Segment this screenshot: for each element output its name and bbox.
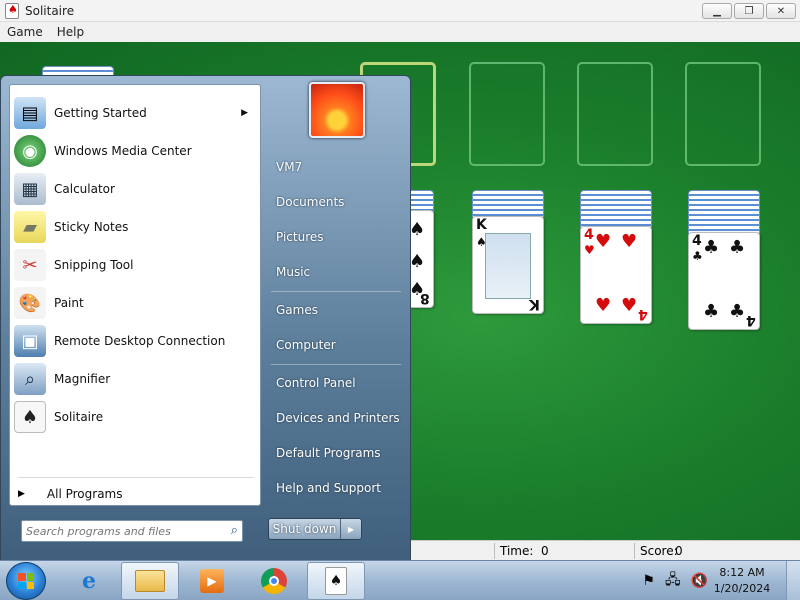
time-label: Time: <box>500 544 534 558</box>
score-label: Score: <box>640 544 678 558</box>
getting-started-icon: ▤ <box>14 97 46 129</box>
program-snipping-tool[interactable]: ✂ Snipping Tool <box>12 247 258 283</box>
search-box[interactable]: ⌕ <box>21 520 243 542</box>
card-rank-bottom: K <box>529 296 540 312</box>
foundation-slot[interactable] <box>469 62 545 166</box>
solitaire-app-icon <box>5 2 19 19</box>
card-4-hearts[interactable]: 4 ♥ ♥ ♥ ♥ ♥ 4 <box>580 226 652 324</box>
remote-desktop-icon: ▣ <box>14 325 46 357</box>
card-rank: K <box>476 217 487 233</box>
clock-time: 8:12 AM <box>719 566 765 579</box>
snipping-tool-icon: ✂ <box>14 249 46 281</box>
program-solitaire[interactable]: ♠ Solitaire <box>12 399 258 435</box>
link-pictures[interactable]: Pictures <box>276 230 324 244</box>
paint-icon: 🎨 <box>14 287 46 319</box>
program-paint[interactable]: 🎨 Paint <box>12 285 258 321</box>
minimize-button[interactable]: ▁ <box>702 3 732 19</box>
solitaire-icon: ♠ <box>14 401 46 433</box>
title-bar[interactable]: Solitaire ▁ ❐ ✕ <box>0 0 800 22</box>
media-player-icon[interactable]: ▶ <box>183 562 241 600</box>
program-magnifier[interactable]: ⌕ Magnifier <box>12 361 258 397</box>
search-icon[interactable]: ⌕ <box>231 523 238 538</box>
taskbar: e ▶ ♠ ⚑ 🖧 🔇 8:12 AM 1/20/2024 <box>0 560 800 600</box>
close-button[interactable]: ✕ <box>766 3 796 19</box>
menu-bar: Game Help <box>0 22 800 42</box>
time-value: 0 <box>541 544 549 558</box>
program-media-center[interactable]: ◉ Windows Media Center <box>12 133 258 169</box>
submenu-arrow-icon: ▶ <box>241 108 248 118</box>
program-calculator[interactable]: ▦ Calculator <box>12 171 258 207</box>
link-music[interactable]: Music <box>276 265 310 279</box>
start-menu: ▤ Getting Started ▶ ◉ Windows Media Cent… <box>0 75 411 561</box>
menu-help[interactable]: Help <box>50 25 91 39</box>
file-explorer-icon[interactable] <box>121 562 179 600</box>
card-rank-bottom: 4 <box>638 306 648 322</box>
windows-logo-icon <box>18 573 34 589</box>
solitaire-taskbar-icon[interactable]: ♠ <box>307 562 365 600</box>
facedown-stack <box>688 190 760 238</box>
link-documents[interactable]: Documents <box>276 195 344 209</box>
link-computer[interactable]: Computer <box>276 338 336 352</box>
card-king-spades[interactable]: K ♠ K <box>472 216 544 314</box>
all-programs-button[interactable]: ▶ All Programs <box>18 487 123 501</box>
search-area: ⌕ <box>9 514 261 552</box>
card-rank-bottom: 4 <box>746 312 756 328</box>
right-arrow-icon: ▶ <box>18 489 25 499</box>
sticky-notes-icon: ▰ <box>14 211 46 243</box>
link-help-support[interactable]: Help and Support <box>276 481 381 495</box>
start-menu-places: VM7 Documents Pictures Music Games Compu… <box>263 76 411 562</box>
link-default-programs[interactable]: Default Programs <box>276 446 381 460</box>
maximize-button[interactable]: ❐ <box>734 3 764 19</box>
magnifier-icon: ⌕ <box>14 363 46 395</box>
link-devices-printers[interactable]: Devices and Printers <box>276 411 400 425</box>
show-desktop-button[interactable] <box>786 561 800 600</box>
system-tray: ⚑ 🖧 🔇 <box>642 561 708 600</box>
action-center-flag-icon[interactable]: ⚑ <box>642 573 655 589</box>
chrome-icon[interactable] <box>245 562 303 600</box>
start-menu-programs: ▤ Getting Started ▶ ◉ Windows Media Cent… <box>9 84 261 506</box>
score-value: 0 <box>675 544 683 558</box>
media-center-icon: ◉ <box>14 135 46 167</box>
link-user[interactable]: VM7 <box>276 160 302 174</box>
card-rank: 4 <box>584 227 594 243</box>
start-button[interactable] <box>6 562 46 600</box>
card-4-clubs[interactable]: 4 ♣ ♣ ♣ ♣ ♣ 4 <box>688 232 760 330</box>
internet-explorer-icon[interactable]: e <box>60 562 118 600</box>
facedown-stack <box>580 190 652 230</box>
shutdown-control: Shut down ▶ <box>268 518 362 540</box>
volume-muted-icon[interactable]: 🔇 <box>691 573 708 589</box>
calculator-icon: ▦ <box>14 173 46 205</box>
king-artwork <box>485 233 531 299</box>
foundation-slot[interactable] <box>685 62 761 166</box>
window-title: Solitaire <box>25 3 75 18</box>
program-getting-started[interactable]: ▤ Getting Started ▶ <box>12 95 258 131</box>
network-icon[interactable]: 🖧 <box>665 569 681 593</box>
clock-date: 1/20/2024 <box>713 582 771 595</box>
program-sticky-notes[interactable]: ▰ Sticky Notes <box>12 209 258 245</box>
user-picture[interactable] <box>309 82 365 138</box>
search-input[interactable] <box>26 523 216 539</box>
program-remote-desktop[interactable]: ▣ Remote Desktop Connection <box>12 323 258 359</box>
menu-game[interactable]: Game <box>0 25 50 39</box>
foundation-slot[interactable] <box>577 62 653 166</box>
link-control-panel[interactable]: Control Panel <box>276 376 356 390</box>
link-games[interactable]: Games <box>276 303 318 317</box>
shutdown-options-arrow-icon[interactable]: ▶ <box>341 519 361 539</box>
card-rank: 4 <box>692 233 702 249</box>
clock[interactable]: 8:12 AM 1/20/2024 <box>710 565 774 597</box>
shutdown-button[interactable]: Shut down <box>269 519 341 539</box>
